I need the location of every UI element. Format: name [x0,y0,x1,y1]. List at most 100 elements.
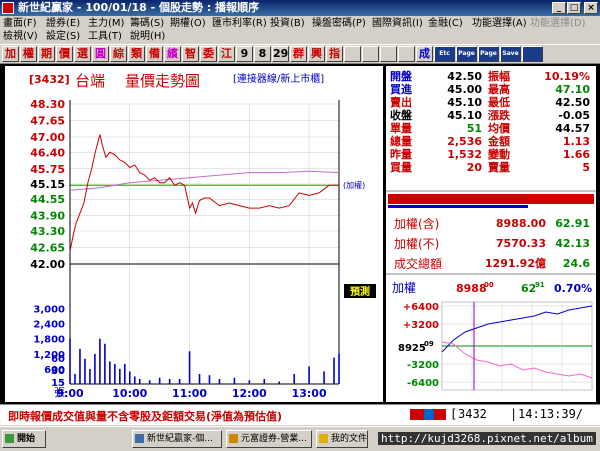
bid-sub-bar [388,205,528,208]
volume-bar [308,366,310,384]
price-tick-label: 46.40 [30,146,65,159]
start-button[interactable]: 開始 [2,430,46,448]
time-tick-label: 10:00 [112,387,147,400]
close-button[interactable]: × [584,2,598,14]
volume-bar [148,380,151,384]
volume-bar [79,348,81,384]
toolbar-button-8[interactable]: 備 [146,46,163,62]
menu-finance[interactable]: 金融(C) [428,17,463,30]
toolbar-button-12[interactable]: 江 [218,46,235,62]
watermark-url: http://kujd3268.pixnet.net/album [378,432,596,445]
status-notice: 即時報價成交值與量不含零股及鉅額交易(淨值為預估值) [8,410,283,423]
toolbar-button-21[interactable] [380,46,397,62]
volume-bar [178,378,181,384]
volume-tick-label: 3,000 [33,305,65,316]
volume-tick-label: 60 [51,354,65,365]
volume-bar [128,371,131,384]
toolbar-button-4[interactable]: 選 [74,46,91,62]
menu-bar: 畫面(F) 證券(E) 主力(M) 籌碼(S) 期權(O) 匯市利率(R) 投資… [0,16,600,44]
toolbar-button-14[interactable]: 8 [254,46,271,62]
menu-main-force[interactable]: 主力(M) [88,17,124,30]
menu-investment[interactable]: 投資(B) [270,17,305,30]
menu-settings[interactable]: 設定(S) [46,30,80,43]
bid-bar [388,194,528,204]
maximize-button[interactable]: □ [567,2,581,14]
toolbar-button-6[interactable]: 綜 [110,46,127,62]
toolbar-button-1[interactable]: 權 [20,46,37,62]
menu-tools[interactable]: 工具(T) [88,30,122,43]
toolbar-button-16[interactable]: 群 [290,46,307,62]
toolbar-button-3[interactable]: 價 [56,46,73,62]
menu-trading-code[interactable]: 操盤密碼(P) [312,17,366,30]
price-tick-label: 42.65 [30,241,65,254]
volume-bar [333,357,335,384]
chart-canvas: [3432] 台端 量價走勢圖 [連接器線/新上市櫃] (加權) 48.30 47… [29,72,376,400]
volume-bar [109,361,111,384]
toolbar-button-18[interactable]: 指 [326,46,343,62]
toolbar-button-17[interactable]: 興 [308,46,325,62]
menu-fx-rates[interactable]: 匯市利率(R) [212,17,267,30]
volume-bar [138,378,141,384]
toolbar-button-24[interactable]: Etc [434,46,455,62]
toolbar-button-0[interactable]: 加 [2,46,19,62]
volume-bar [293,373,295,384]
mini-index-label: 加權 [392,281,416,295]
menu-intl-info[interactable]: 國際資訊(I) [372,17,423,30]
status-clock: 14:13:39/ [518,407,584,421]
toolbar-button-28[interactable] [522,46,543,62]
toolbar-button-13[interactable]: 9 [236,46,253,62]
minimize-button[interactable]: _ [552,2,566,14]
price-tick-label: 45.75 [30,163,65,176]
toolbar-button-23[interactable]: 成 [416,46,433,62]
status-stock-code[interactable]: 3432 [458,407,487,421]
price-tick-label: 47.65 [30,115,65,128]
task-yuanta[interactable]: 元富證券-營業... [226,430,312,448]
volume-bar [263,378,266,384]
price-tick-label: 42.00 [30,258,65,271]
price-tick-label: 43.30 [30,225,65,238]
toolbar-button-15[interactable]: 29 [272,46,289,62]
mini-index-pct: 0.70% [554,282,592,295]
toolbar-button-22[interactable] [398,46,415,62]
menu-view[interactable]: 檢視(V) [3,30,38,43]
volume-bar [84,358,86,384]
price-tick-label: 44.55 [30,193,65,206]
toolbar-button-11[interactable]: 委 [200,46,217,62]
chart-subtitle: [連接器線/新上市櫃] [233,72,324,85]
task-newcentury[interactable]: 新世紀贏家-個... [132,430,222,448]
menu-help[interactable]: 說明(H) [130,30,165,43]
stock-code-label: [3432] [29,73,70,86]
toolbar-button-26[interactable]: Page [478,46,499,62]
menu-screen[interactable]: 畫面(F) [3,17,37,30]
menu-options[interactable]: 期權(O) [170,17,206,30]
toolbar-button-27[interactable]: Save [500,46,521,62]
volume-bar [133,376,136,384]
mini-center-value: 8925 [398,343,426,354]
task-mydocs[interactable]: 我的文件 [316,430,368,448]
volume-bar [119,368,121,384]
volume-bar [218,378,221,384]
window-title: 新世紀贏家 - 100/01/18 - 個股走勢 : 播報順序 [18,1,260,14]
menu-chips[interactable]: 籌碼(S) [130,17,164,30]
status-bar: 即時報價成交值與量不含零股及鉅額交易(淨值為預估值) [ 3432 | 14:1… [0,404,600,425]
time-tick-label: 13:00 [292,387,327,400]
toolbar-button-19[interactable] [344,46,361,62]
toolbar-button-9[interactable]: 繽 [164,46,181,62]
predict-button[interactable]: 預測 [350,285,370,298]
toolbar-button-2[interactable]: 期 [38,46,55,62]
toolbar-button-7[interactable]: 類 [128,46,145,62]
toolbar-button-25[interactable]: Page [456,46,477,62]
taskbar: 開始 新世紀贏家-個... 元富證券-營業... 我的文件 http://kuj… [0,426,600,451]
volume-bar [248,380,251,384]
volume-bar [198,373,201,384]
toolbar-button-20[interactable] [362,46,379,62]
volume-bar [89,368,91,384]
volume-bar [188,351,191,384]
quote-panel: 開盤 42.50 振幅 10.19% 買進 45.00 最高 47.10 賣出 45.10 最低 42… [386,66,596,402]
mini-index-line [441,305,593,353]
toolbar-button-10[interactable]: 智 [182,46,199,62]
menu-function-select[interactable]: 功能選擇(A) [472,17,527,30]
toolbar-button-5[interactable]: 圓 [92,46,109,62]
menu-securities[interactable]: 證券(E) [46,17,80,30]
index-overlay-label: (加權) [343,180,365,190]
